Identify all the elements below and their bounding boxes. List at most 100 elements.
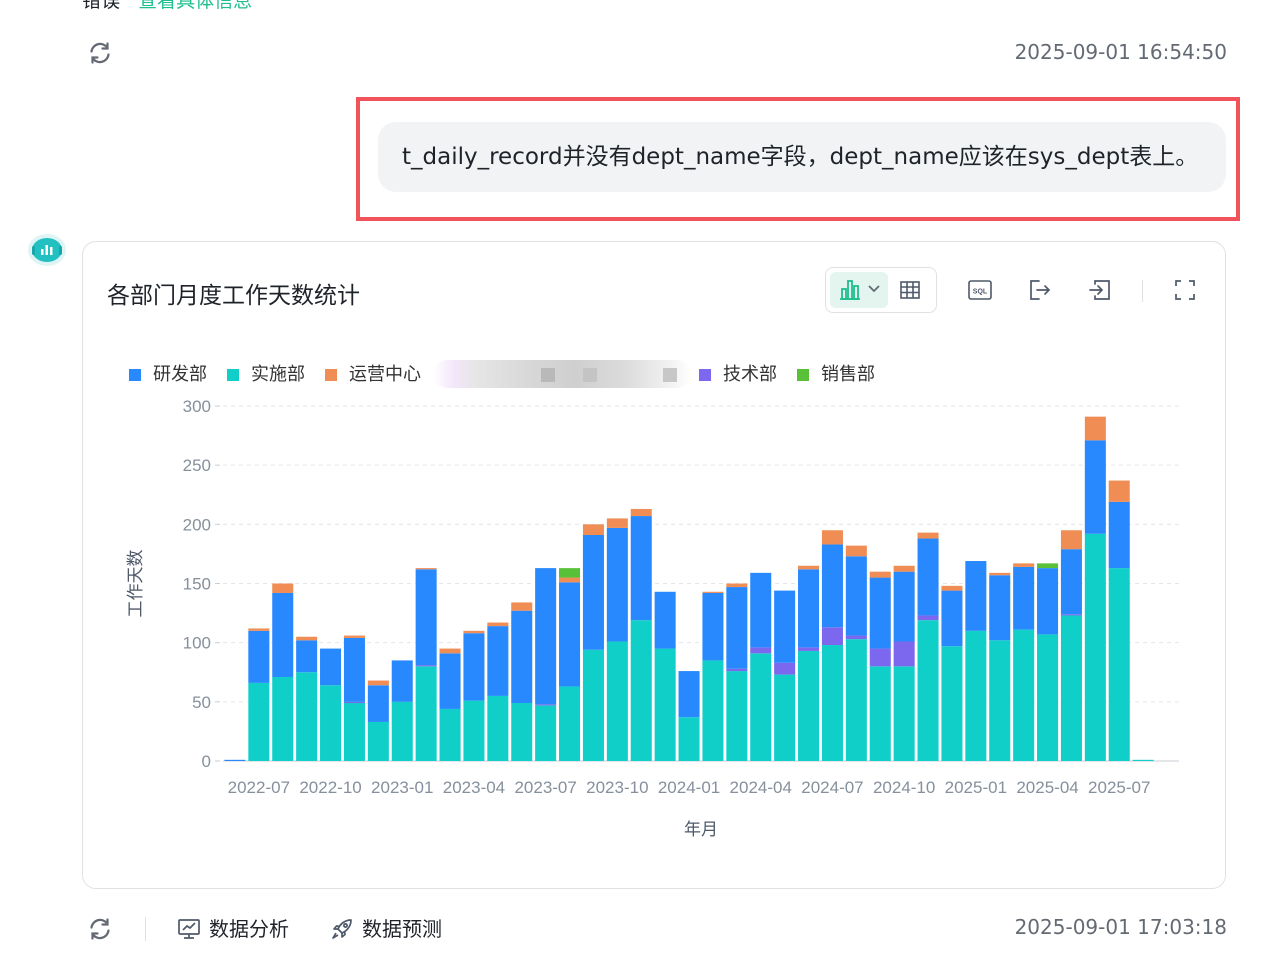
bar-segment [391, 660, 413, 702]
x-axis-title: 年月 [684, 820, 718, 839]
bar-segment [272, 592, 294, 677]
bar-segment [630, 508, 652, 517]
bar-segment [1084, 440, 1106, 534]
bar-segment [917, 620, 939, 761]
bar-segment [630, 516, 652, 621]
bar-segment [463, 700, 485, 761]
bar-segment [702, 592, 724, 661]
bar-segment [1060, 530, 1082, 550]
bar-segment [367, 721, 389, 761]
data-predict-button[interactable]: 数据预测 [330, 915, 442, 943]
x-tick-label: 2024-04 [730, 778, 792, 797]
message-actions: 数据分析 数据预测 2025-09-01 17:03:18 [0, 905, 1284, 953]
bar-segment [965, 561, 987, 631]
user-message-bubble: t_daily_record并没有dept_name字段，dept_name应该… [378, 122, 1226, 192]
bar-segment [726, 668, 748, 672]
bar-segment [750, 653, 772, 761]
data-analysis-button[interactable]: 数据分析 [177, 915, 289, 943]
bar-segment [391, 701, 413, 761]
bar-segment [415, 665, 437, 667]
bar-segment [559, 577, 581, 583]
bar-segment [463, 633, 485, 701]
bar-segment [893, 571, 915, 642]
bar-segment [869, 666, 891, 761]
bar-segment [965, 630, 987, 761]
x-tick-label: 2025-07 [1088, 778, 1150, 797]
bar-segment [1108, 501, 1130, 569]
bar-segment [798, 569, 820, 648]
assistant-avatar-icon [26, 232, 68, 268]
x-tick-label: 2025-04 [1016, 778, 1078, 797]
bar-segment [248, 682, 270, 761]
bar-segment [821, 544, 843, 628]
x-tick-label: 2023-01 [371, 778, 433, 797]
bar-segment [821, 645, 843, 761]
y-tick-label: 200 [183, 515, 211, 534]
x-tick-label: 2023-04 [443, 778, 505, 797]
bar-segment [1060, 549, 1082, 615]
bar-segment [893, 565, 915, 572]
bar-segment [272, 583, 294, 593]
refresh-icon[interactable] [87, 916, 113, 942]
bar-segment [248, 630, 270, 683]
bar-segment [845, 556, 867, 636]
bar-segment [678, 671, 700, 718]
bar-segment [248, 628, 270, 631]
bar-segment [367, 685, 389, 722]
bar-segment [917, 615, 939, 621]
chart-analysis-icon [178, 919, 200, 939]
bar-segment [535, 704, 557, 706]
x-tick-label: 2023-10 [586, 778, 648, 797]
bar-segment [1084, 533, 1106, 761]
bar-segment [1013, 563, 1035, 567]
bar-segment [582, 649, 604, 761]
bar-segment [1060, 614, 1082, 616]
bar-segment [845, 545, 867, 557]
bar-segment [1037, 634, 1059, 761]
bar-segment [606, 641, 628, 761]
bar-segment [1060, 615, 1082, 761]
y-tick-label: 100 [183, 634, 211, 653]
x-tick-label: 2023-07 [514, 778, 576, 797]
bar-segment [869, 648, 891, 667]
y-tick-label: 300 [183, 397, 211, 416]
x-tick-label: 2022-10 [299, 778, 361, 797]
y-tick-label: 150 [183, 575, 211, 594]
bar-segment [439, 653, 461, 709]
refresh-icon[interactable] [87, 40, 113, 66]
bar-segment [343, 637, 365, 702]
bar-segment [272, 676, 294, 761]
x-tick-label: 2025-01 [945, 778, 1007, 797]
chart-card: 各部门月度工作天数统计 SQL 研发部 实施部 运营中心 技术部 销售部 0 5… [82, 241, 1226, 889]
bar-segment [821, 627, 843, 646]
bar-segment [1132, 759, 1154, 761]
bar-segment [487, 626, 509, 696]
bar-segment [1084, 416, 1106, 441]
error-message: 错误 查看具体信息 [82, 0, 252, 12]
bar-segment [798, 650, 820, 761]
bar-segment [606, 527, 628, 642]
bar-segment [702, 591, 724, 593]
y-tick-label: 250 [183, 456, 211, 475]
bar-segment [798, 565, 820, 570]
bar-segment [320, 648, 342, 686]
view-details-link[interactable]: 查看具体信息 [138, 0, 252, 12]
bar-segment [798, 647, 820, 651]
bar-segment [415, 666, 437, 761]
bar-segment [726, 583, 748, 588]
bar-segment [989, 572, 1011, 576]
bar-segment [511, 703, 533, 761]
bar-segment [869, 571, 891, 578]
bar-segment [224, 759, 246, 761]
bar-segment [511, 602, 533, 611]
bar-segment [654, 591, 676, 649]
bar-segment [343, 635, 365, 638]
stacked-bar-chart: 0 50 100 150 200 250 300 2022-07 2022-10 2023-01 2… [126, 397, 1179, 839]
bar-segment [535, 568, 557, 705]
bar-segment [535, 705, 557, 761]
bar-segment [559, 686, 581, 761]
bar-segment [774, 674, 796, 761]
bar-segment [296, 640, 318, 673]
message-timestamp: 2025-09-01 16:54:50 [1014, 40, 1227, 64]
bar-segment [750, 647, 772, 654]
